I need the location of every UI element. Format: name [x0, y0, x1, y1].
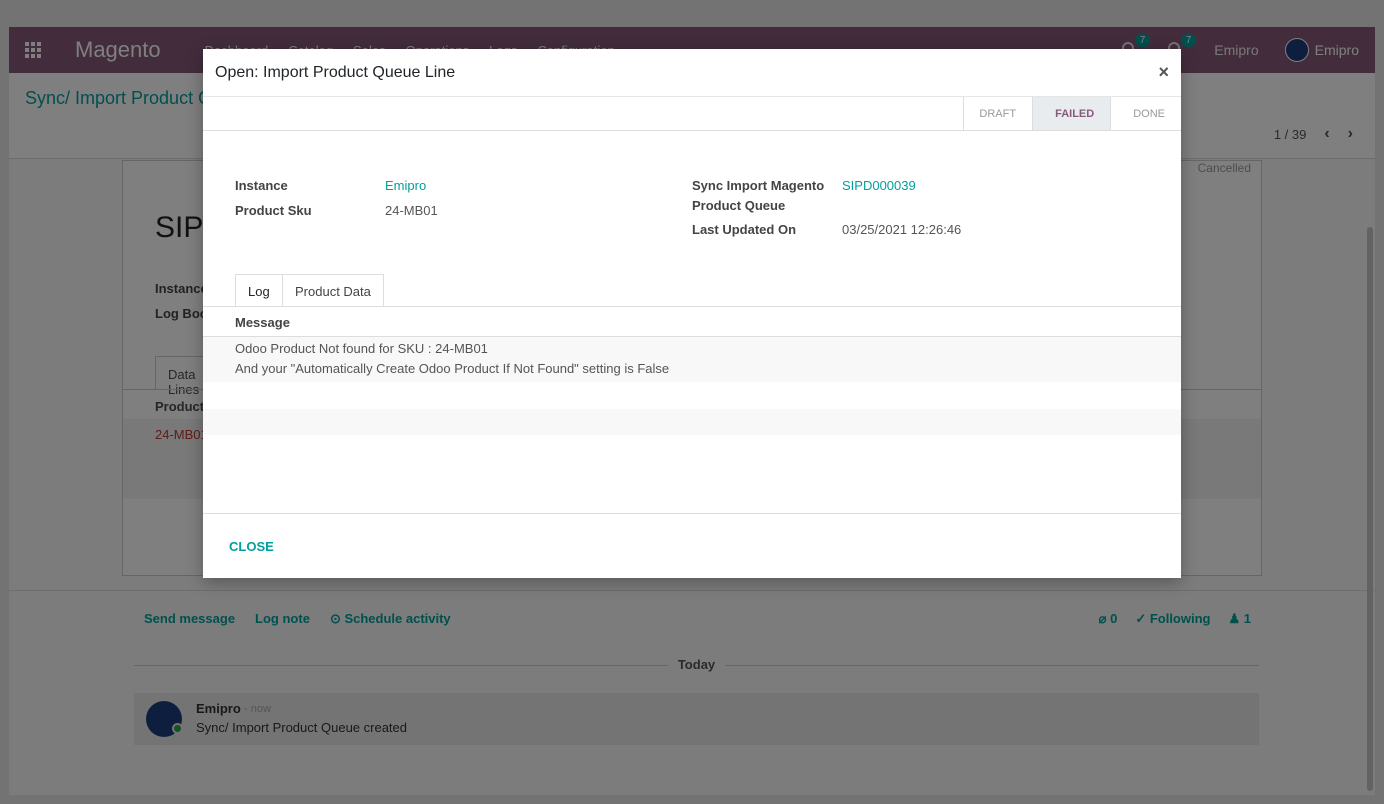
product-sku-label: Product Sku [235, 203, 312, 218]
tab-divider [203, 306, 1181, 307]
dialog-title: Open: Import Product Queue Line [215, 64, 456, 81]
dialog-header: Open: Import Product Queue Line × [203, 49, 1181, 97]
list-row-empty [203, 409, 1181, 435]
dialog-footer: CLOSE [203, 513, 1181, 578]
stage-draft: DRAFT [963, 97, 1033, 130]
queue-label-line2: Product Queue [692, 198, 786, 213]
instance-value-link[interactable]: Emipro [385, 178, 426, 193]
status-bar: DRAFT FAILED DONE [203, 97, 1181, 131]
product-sku-value: 24-MB01 [385, 203, 438, 218]
tab-log[interactable]: Log [235, 274, 283, 307]
stage-pipeline: DRAFT FAILED DONE [963, 97, 1181, 130]
tab-product-data[interactable]: Product Data [283, 274, 384, 307]
queue-value-link[interactable]: SIPD000039 [842, 178, 916, 193]
queue-label-line1: Sync Import Magento [692, 178, 825, 193]
stage-failed: FAILED [1032, 97, 1111, 130]
last-updated-label: Last Updated On [692, 222, 797, 237]
queue-line-dialog: Open: Import Product Queue Line × DRAFT … [203, 49, 1181, 578]
close-icon[interactable]: × [1158, 62, 1169, 83]
last-updated-value: 03/25/2021 12:26:46 [842, 222, 962, 237]
stage-done: DONE [1110, 97, 1181, 130]
instance-label: Instance [235, 178, 288, 193]
log-message-line1: Odoo Product Not found for SKU : 24-MB01 [235, 341, 488, 356]
message-column-header: Message [235, 315, 290, 330]
close-button[interactable]: CLOSE [229, 539, 274, 554]
list-row[interactable]: Odoo Product Not found for SKU : 24-MB01… [203, 337, 1181, 382]
log-message-line2: And your "Automatically Create Odoo Prod… [235, 361, 670, 376]
